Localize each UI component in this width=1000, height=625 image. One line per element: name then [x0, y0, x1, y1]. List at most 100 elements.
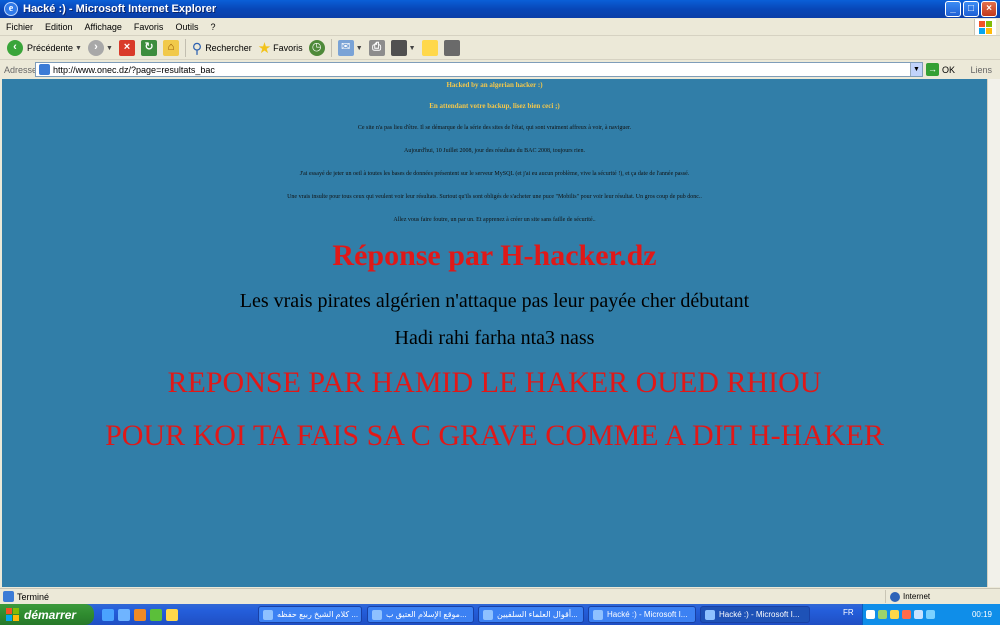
message-paragraph-2: Aujourd'hui, 10 Juillet 2008, jour des r…	[404, 148, 585, 154]
taskbar-item-label: أقوال العلماء السلفيين...	[497, 610, 578, 619]
title-bar[interactable]: e Hacké :) - Microsoft Internet Explorer…	[0, 0, 1000, 18]
taskbar-item[interactable]: أقوال العلماء السلفيين...	[478, 606, 584, 623]
message-paragraph-1: Ce site n'a pas lieu d'être. Il se démar…	[357, 125, 632, 131]
history-icon: ◷	[308, 40, 325, 56]
page-content: Hacked by an algerian hacker :) En atten…	[2, 79, 987, 587]
quick-launch	[102, 608, 178, 621]
windows-logo-icon	[974, 19, 996, 35]
hacked-headline: Hacked by an algerian hacker :)	[446, 81, 543, 89]
tray-icon[interactable]	[890, 610, 899, 619]
mail-button[interactable]: ✉ ▼	[335, 38, 366, 58]
windows-logo-icon	[6, 607, 20, 622]
tray-icon[interactable]	[878, 610, 887, 619]
globe-icon	[890, 591, 900, 602]
stop-icon: ×	[118, 40, 135, 56]
tray-icon[interactable]	[914, 610, 923, 619]
back-button[interactable]: ‹ Précédente ▼	[4, 38, 85, 58]
status-text: Terminé	[17, 591, 50, 602]
message-paragraph-4: Une vrais insulte pour tous ceux qui veu…	[287, 194, 702, 200]
url-text[interactable]: http://www.onec.dz/?page=resultats_bac	[53, 65, 215, 75]
message-paragraph-3: J'ai essayé de jeter un oeil à toutes le…	[299, 171, 690, 177]
page-done-icon	[3, 591, 14, 602]
smiley-icon[interactable]	[166, 608, 178, 621]
favorites-button[interactable]: ★ Favoris	[255, 38, 306, 58]
message-paragraph-5: Allez vous faire foutre, un par un. Et a…	[393, 217, 596, 223]
menu-bar: Fichier Edition Affichage Favoris Outils…	[0, 18, 1000, 36]
edit-button[interactable]: ▼	[388, 38, 419, 58]
links-button[interactable]: Liens	[970, 65, 992, 75]
search-button[interactable]: ⚲ Rechercher	[189, 38, 255, 58]
clock[interactable]: 00:19	[972, 610, 992, 619]
go-button[interactable]: → OK	[926, 63, 955, 76]
taskbar: démarrer كلام الشيخ ربيع حفظه ... موقع ا…	[0, 604, 1000, 625]
reply-heading: Réponse par H-hacker.dz	[332, 239, 657, 272]
ie-icon	[705, 609, 715, 620]
forward-button[interactable]: › ▼	[85, 38, 116, 58]
show-desktop-icon[interactable]	[102, 608, 114, 621]
address-input[interactable]: http://www.onec.dz/?page=resultats_bac ▼	[35, 62, 923, 77]
menu-help[interactable]: ?	[204, 22, 221, 32]
firefox-icon[interactable]	[134, 608, 146, 621]
media-button[interactable]	[441, 38, 463, 58]
minimize-button[interactable]: _	[945, 1, 961, 17]
stop-button[interactable]: ×	[116, 38, 138, 58]
ie-icon	[372, 609, 382, 620]
favorites-label: Favoris	[273, 43, 303, 53]
menu-affichage[interactable]: Affichage	[79, 22, 128, 32]
maximize-button[interactable]: □	[963, 1, 979, 17]
tray-icon[interactable]	[866, 610, 875, 619]
menu-fichier[interactable]: Fichier	[0, 22, 39, 32]
print-button[interactable]: ⎙	[366, 38, 388, 58]
back-label: Précédente	[27, 43, 74, 53]
refresh-button[interactable]: ↻	[138, 38, 160, 58]
mail-dropdown-icon[interactable]: ▼	[356, 45, 363, 52]
start-button[interactable]: démarrer	[0, 604, 94, 625]
reply-line-1: Les vrais pirates algérien n'attaque pas…	[239, 290, 750, 312]
mail-icon: ✉	[337, 40, 354, 56]
address-label: Adresse	[4, 64, 38, 75]
discuss-button[interactable]	[419, 38, 441, 58]
edit-icon	[390, 40, 407, 56]
ie-icon: e	[4, 2, 18, 16]
vertical-scrollbar[interactable]	[987, 79, 1000, 587]
zone-label: Internet	[903, 592, 931, 601]
address-bar: Adresse http://www.onec.dz/?page=resulta…	[0, 61, 1000, 78]
status-bar: Terminé Internet	[0, 588, 1000, 604]
volume-icon[interactable]	[926, 610, 935, 619]
edit-dropdown-icon[interactable]: ▼	[409, 45, 416, 52]
refresh-icon: ↻	[140, 40, 157, 56]
media-icon	[443, 40, 460, 56]
language-indicator[interactable]: FR	[843, 608, 854, 617]
taskbar-item[interactable]: Hacké :) - Microsoft I...	[588, 606, 696, 623]
backup-notice: En attendant votre backup, lisez bien ce…	[429, 102, 560, 110]
ie-icon	[483, 609, 493, 620]
forward-arrow-icon: ›	[87, 40, 104, 56]
page-icon	[39, 64, 50, 75]
back-dropdown-icon[interactable]: ▼	[75, 45, 82, 52]
start-label: démarrer	[24, 607, 77, 622]
taskbar-item-label: موقع الإسلام العتيق ب...	[386, 610, 467, 619]
forward-dropdown-icon[interactable]: ▼	[106, 45, 113, 52]
taskbar-item[interactable]: موقع الإسلام العتيق ب...	[367, 606, 474, 623]
taskbar-item-active[interactable]: Hacké :) - Microsoft I...	[700, 606, 810, 623]
printer-icon: ⎙	[368, 40, 385, 56]
search-icon: ⚲	[191, 39, 203, 56]
taskbar-item[interactable]: كلام الشيخ ربيع حفظه ...	[258, 606, 362, 623]
ie-icon	[593, 609, 603, 620]
address-dropdown-icon[interactable]: ▼	[910, 63, 922, 76]
security-zone: Internet	[885, 590, 949, 603]
menu-edition[interactable]: Edition	[39, 22, 79, 32]
messenger-icon[interactable]	[150, 608, 162, 621]
menu-favoris[interactable]: Favoris	[128, 22, 170, 32]
note-icon	[421, 40, 438, 56]
toolbar: ‹ Précédente ▼ › ▼ × ↻ ⌂ ⚲ Rechercher ★ …	[0, 37, 1000, 60]
window-controls: _ □ ×	[945, 1, 997, 17]
tray-icon[interactable]	[902, 610, 911, 619]
menu-outils[interactable]: Outils	[169, 22, 204, 32]
star-icon: ★	[257, 40, 272, 57]
ie-quicklaunch-icon[interactable]	[118, 608, 130, 621]
close-button[interactable]: ×	[981, 1, 997, 17]
home-button[interactable]: ⌂	[160, 38, 182, 58]
home-icon: ⌂	[162, 40, 179, 56]
history-button[interactable]: ◷	[306, 38, 328, 58]
